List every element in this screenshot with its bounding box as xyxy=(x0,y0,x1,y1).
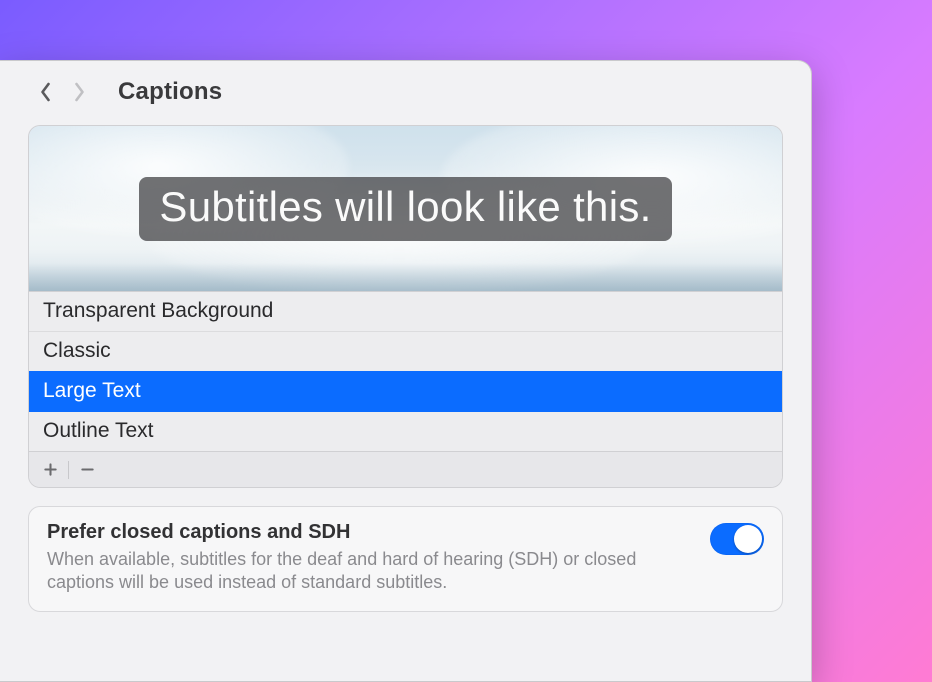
option-title: Prefer closed captions and SDH xyxy=(47,521,694,544)
forward-button xyxy=(62,77,96,107)
caption-style-label: Classic xyxy=(43,339,111,362)
captions-settings-panel: Captions Subtitles will look like this. … xyxy=(0,60,812,682)
back-button[interactable] xyxy=(28,77,62,107)
prefer-sdh-option: Prefer closed captions and SDH When avai… xyxy=(28,506,783,612)
remove-style-button[interactable] xyxy=(70,456,104,484)
add-style-button[interactable] xyxy=(33,456,67,484)
divider xyxy=(68,461,69,479)
caption-style-row[interactable]: Transparent Background xyxy=(29,291,782,331)
caption-style-row[interactable]: Large Text xyxy=(29,371,782,411)
subtitle-sample-text: Subtitles will look like this. xyxy=(139,177,671,241)
caption-style-label: Outline Text xyxy=(43,419,154,442)
option-text: Prefer closed captions and SDH When avai… xyxy=(47,521,694,595)
panel-header: Captions xyxy=(0,77,811,125)
minus-icon xyxy=(80,462,95,477)
prefer-sdh-toggle[interactable] xyxy=(710,523,764,555)
option-description: When available, subtitles for the deaf a… xyxy=(47,548,694,595)
caption-preview: Subtitles will look like this. xyxy=(29,126,782,291)
caption-style-label: Large Text xyxy=(43,379,141,402)
caption-styles-block: Subtitles will look like this. Transpare… xyxy=(28,125,783,488)
plus-icon xyxy=(43,462,58,477)
decorative-gradient xyxy=(29,263,782,291)
toggle-knob xyxy=(734,525,762,553)
page-title: Captions xyxy=(118,78,222,106)
caption-style-list: Transparent Background Classic Large Text O… xyxy=(29,291,782,451)
caption-style-row[interactable]: Outline Text xyxy=(29,411,782,451)
caption-style-row[interactable]: Classic xyxy=(29,331,782,371)
caption-style-label: Transparent Background xyxy=(43,299,273,322)
list-footer xyxy=(29,451,782,487)
